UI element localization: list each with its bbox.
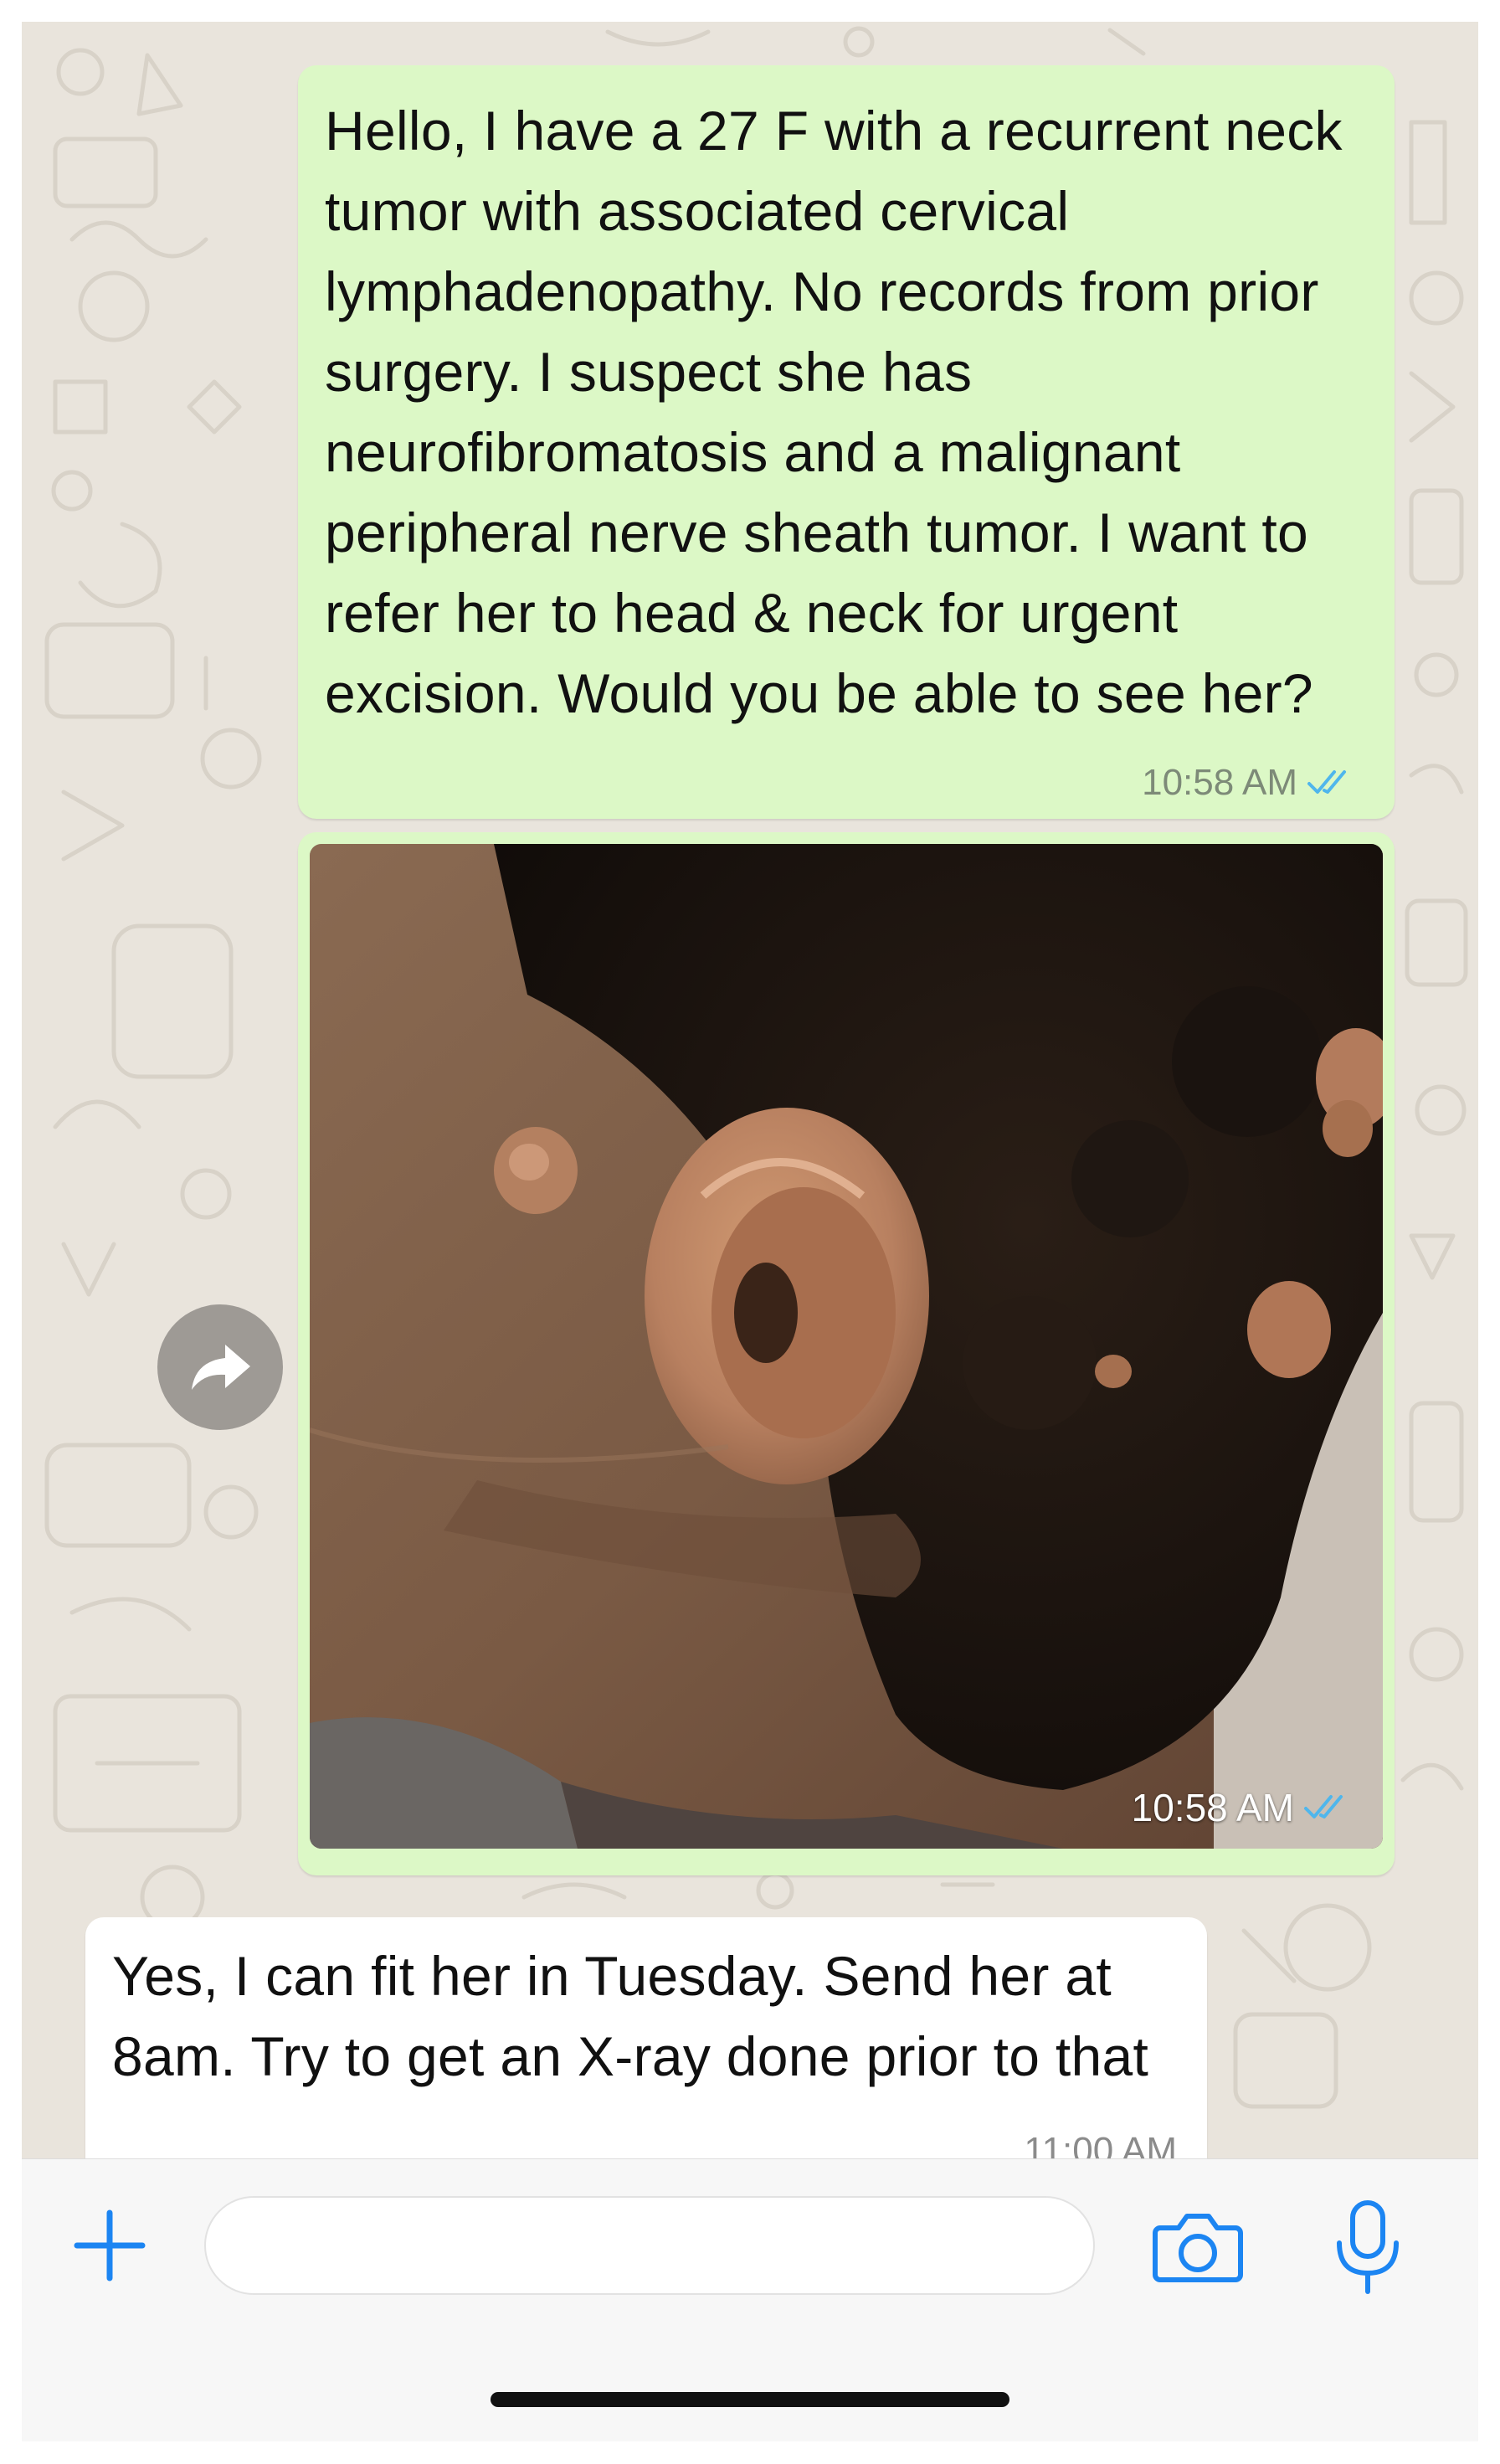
image-meta: 10:58 AM	[1132, 1785, 1354, 1830]
chat-area[interactable]: Hello, I have a 27 F with a recurrent ne…	[22, 22, 1478, 2158]
incoming-message-bubble[interactable]: Yes, I can fit her in Tuesday. Send her …	[85, 1917, 1207, 2158]
message-text: Yes, I can fit her in Tuesday. Send her …	[112, 1945, 1149, 2087]
forward-arrow-icon	[192, 1345, 250, 1390]
plus-icon[interactable]	[72, 2208, 147, 2283]
phone-screen: Hello, I have a 27 F with a recurrent ne…	[22, 22, 1478, 2441]
double-check-icon	[1307, 770, 1346, 794]
forward-button[interactable]	[157, 1304, 283, 1430]
double-check-icon	[1304, 1795, 1343, 1818]
message-input[interactable]	[204, 2196, 1095, 2295]
message-time: 11:00 AM	[1024, 2130, 1177, 2158]
attached-photo[interactable]: 10:58 AM	[310, 844, 1383, 1849]
message-time: 10:58 AM	[1142, 762, 1297, 803]
message-text: Hello, I have a 27 F with a recurrent ne…	[325, 100, 1343, 724]
outgoing-message-bubble[interactable]: Hello, I have a 27 F with a recurrent ne…	[298, 65, 1395, 819]
microphone-icon[interactable]	[1333, 2198, 1403, 2297]
outgoing-image-bubble[interactable]: 10:58 AM	[298, 832, 1395, 1875]
image-time: 10:58 AM	[1131, 1786, 1294, 1829]
message-composer	[22, 2158, 1478, 2441]
camera-icon[interactable]	[1152, 2208, 1244, 2285]
message-meta: 10:58 AM	[1142, 762, 1358, 804]
neck-photo	[310, 844, 1383, 1849]
home-indicator	[491, 2392, 1009, 2407]
